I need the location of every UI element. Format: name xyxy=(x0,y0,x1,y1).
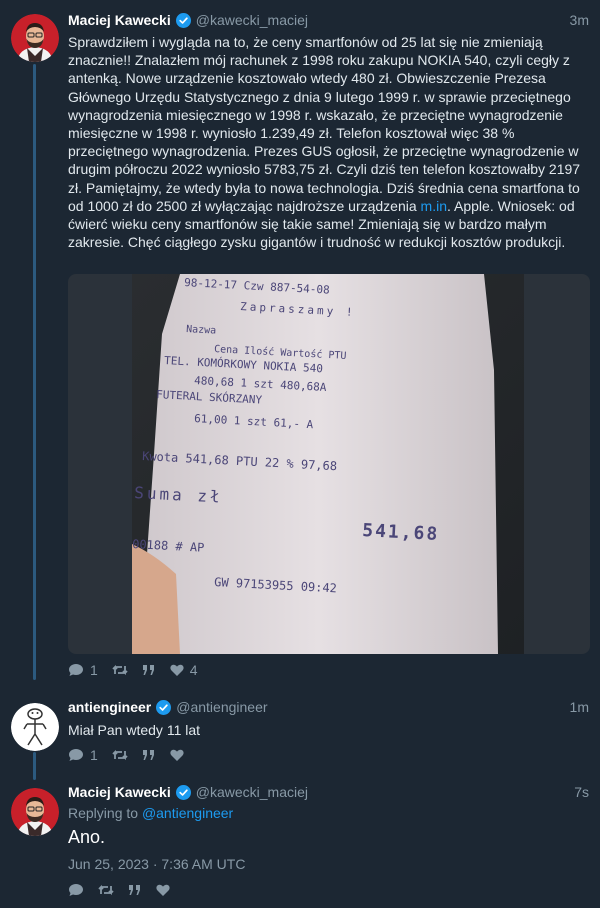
reply-icon xyxy=(69,664,83,676)
replying-handle-link[interactable]: @antiengineer xyxy=(142,805,233,821)
quote-icon xyxy=(129,885,140,895)
author-handle[interactable]: @kawecki_maciej xyxy=(196,784,308,800)
tweet-image[interactable]: 98-12-17 Czw 887-54-08 Zapraszamy ! Nazw… xyxy=(68,274,590,654)
tweet-time[interactable]: 3m xyxy=(570,12,589,28)
tweet-link[interactable]: m.in xyxy=(421,198,447,214)
tweet-text: Miał Pan wtedy 11 lat xyxy=(68,722,201,738)
tweet-actions: 1 4 xyxy=(68,661,212,679)
author-name[interactable]: antiengineer xyxy=(68,699,151,715)
replying-label: Replying to xyxy=(68,805,139,821)
retweet-icon xyxy=(98,884,114,896)
like-icon xyxy=(170,664,184,676)
retweet-icon xyxy=(112,749,128,761)
like-button[interactable]: 4 xyxy=(170,662,198,678)
thread-line xyxy=(33,752,36,780)
avatar[interactable] xyxy=(11,788,59,836)
like-icon xyxy=(156,884,170,896)
receipt-line: 541,68 xyxy=(362,520,440,545)
receipt-line: Nazwa xyxy=(186,324,217,337)
quote-button[interactable] xyxy=(128,883,142,897)
author-name[interactable]: Maciej Kawecki xyxy=(68,12,171,28)
retweet-button[interactable] xyxy=(112,748,128,762)
quote-icon xyxy=(142,750,154,760)
retweet-button[interactable] xyxy=(112,663,128,677)
receipt-photo: 98-12-17 Czw 887-54-08 Zapraszamy ! Nazw… xyxy=(132,274,524,654)
reply-button[interactable] xyxy=(68,883,84,897)
avatar[interactable] xyxy=(11,703,59,751)
verified-icon xyxy=(156,699,172,715)
retweet-button[interactable] xyxy=(98,883,114,897)
reply-button[interactable]: 1 xyxy=(68,747,98,763)
tweet-actions xyxy=(68,881,184,899)
retweet-icon xyxy=(112,664,128,676)
verified-icon xyxy=(175,12,191,28)
author-handle[interactable]: @kawecki_maciej xyxy=(196,12,308,28)
author-name[interactable]: Maciej Kawecki xyxy=(68,784,171,800)
replying-to: Replying to @antiengineer xyxy=(68,805,233,821)
tweet-header: Maciej Kawecki @kawecki_maciej 7s xyxy=(68,782,589,802)
quote-button[interactable] xyxy=(142,748,156,762)
verified-icon xyxy=(175,784,191,800)
reply-icon xyxy=(69,884,83,896)
like-button[interactable] xyxy=(156,884,170,897)
reply-button[interactable]: 1 xyxy=(68,662,98,678)
tweet-date[interactable]: Jun 25, 2023 · 7:36 AM UTC xyxy=(68,856,245,872)
reply-count: 1 xyxy=(90,747,98,763)
like-count: 4 xyxy=(189,662,198,678)
thread: Maciej Kawecki @kawecki_maciej 3m Sprawd… xyxy=(0,0,600,908)
quote-icon xyxy=(142,665,154,675)
tweet-time[interactable]: 1m xyxy=(570,699,589,715)
author-handle[interactable]: @antiengineer xyxy=(176,699,267,715)
thread-line xyxy=(33,64,36,680)
like-icon xyxy=(170,749,184,761)
tweet-header: Maciej Kawecki @kawecki_maciej 3m xyxy=(68,10,589,30)
avatar[interactable] xyxy=(11,14,59,62)
quote-button[interactable] xyxy=(142,663,156,677)
tweet-text-part: Sprawdziłem i wygląda na to, że ceny sma… xyxy=(68,34,581,214)
reply-count: 1 xyxy=(90,662,98,678)
tweet-time[interactable]: 7s xyxy=(574,784,589,800)
tweet-text: Ano. xyxy=(68,827,106,847)
tweet-actions: 1 xyxy=(68,746,198,764)
tweet-text: Sprawdziłem i wygląda na to, że ceny sma… xyxy=(68,33,588,251)
like-button[interactable] xyxy=(170,749,184,762)
reply-icon xyxy=(69,749,83,761)
tweet-header: antiengineer @antiengineer 1m xyxy=(68,697,589,717)
